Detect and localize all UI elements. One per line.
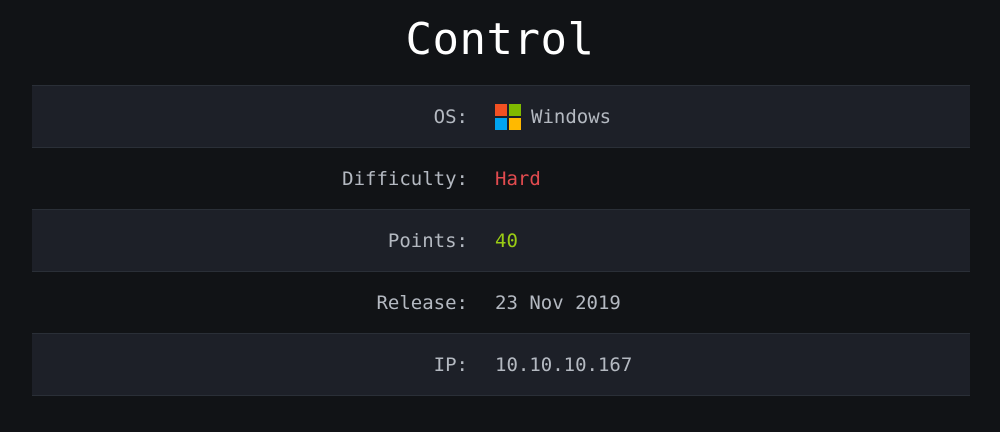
- difficulty-label: Difficulty:: [342, 167, 468, 190]
- points-value: 40: [495, 229, 518, 252]
- info-row-os: OS: Windows: [32, 86, 970, 148]
- page-title: Control: [405, 14, 595, 65]
- os-value: Windows: [531, 105, 612, 128]
- info-row-difficulty: Difficulty: Hard: [32, 148, 970, 210]
- os-value-container: Windows: [495, 103, 612, 130]
- points-label: Points:: [387, 229, 468, 252]
- machine-info-table: OS: Windows Difficulty: Hard Points: 40 …: [32, 85, 970, 396]
- ip-value: 10.10.10.167: [495, 353, 633, 376]
- ip-label: IP:: [433, 353, 468, 376]
- info-row-ip: IP: 10.10.10.167: [32, 334, 970, 396]
- release-value: 23 Nov 2019: [495, 291, 621, 314]
- info-row-release: Release: 23 Nov 2019: [32, 272, 970, 334]
- difficulty-value: Hard: [495, 167, 541, 190]
- os-label: OS:: [433, 105, 468, 128]
- info-row-points: Points: 40: [32, 210, 970, 272]
- release-label: Release:: [376, 291, 468, 314]
- windows-logo-icon: [495, 103, 521, 130]
